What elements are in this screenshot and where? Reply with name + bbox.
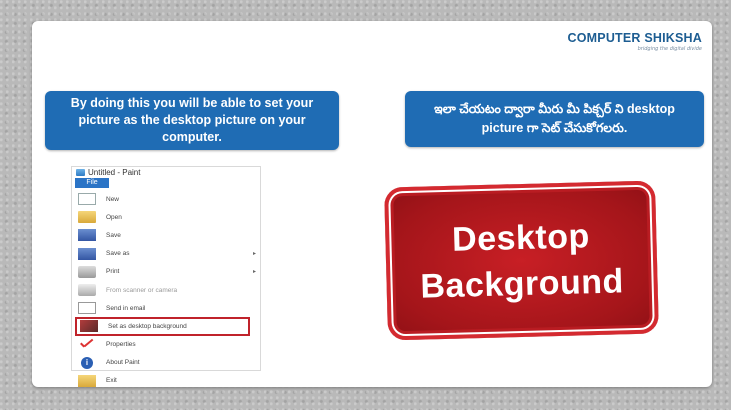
email-icon — [78, 302, 96, 315]
file-tab[interactable]: File — [75, 178, 109, 188]
menu-item-label: Set as desktop background — [108, 322, 187, 330]
info-icon: i — [81, 356, 93, 369]
exit-icon — [78, 374, 96, 387]
save-as-icon — [78, 247, 96, 260]
computer-shiksha-logo: COMPUTER SHIKSHA bridging the digital di… — [568, 31, 702, 52]
new-file-icon — [78, 193, 96, 206]
menu-item-exit[interactable]: Exit — [72, 372, 260, 390]
paint-file-menu: Untitled - Paint File New Open Save Save… — [71, 166, 261, 387]
slide: COMPUTER SHIKSHA bridging the digital di… — [32, 21, 712, 387]
menu-item-label: Save as — [106, 250, 130, 258]
telugu-callout-text: ఇలా చేయటం ద్వారా మీరు మీ పిక్చర్ ని desk… — [434, 102, 675, 135]
paint-app-icon — [76, 169, 85, 176]
menu-item-label: Exit — [106, 377, 117, 385]
paint-window-title-text: Untitled - Paint — [88, 168, 141, 177]
menu-item-print[interactable]: Print ▸ — [72, 263, 260, 281]
menu-item-label: Print — [106, 268, 120, 276]
logo-name: COMPUTER SHIKSHA — [567, 31, 702, 45]
stamp-line-2: Background — [419, 261, 625, 306]
logo-tagline: bridging the digital divide — [637, 46, 702, 52]
file-menu-items: New Open Save Save as ▸ Print ▸ From sca… — [72, 190, 260, 390]
menu-item-save[interactable]: Save — [72, 226, 260, 244]
menu-item-send-email[interactable]: Send in email — [72, 299, 260, 317]
stamp-line-1: Desktop — [451, 216, 591, 259]
printer-icon — [78, 265, 96, 278]
submenu-arrow-icon: ▸ — [252, 269, 256, 276]
menu-item-label: Open — [106, 213, 122, 221]
menu-item-new[interactable]: New — [72, 190, 260, 208]
english-callout: By doing this you will be able to set yo… — [45, 91, 339, 150]
menu-item-label: Properties — [106, 341, 136, 349]
menu-item-label: From scanner or camera — [106, 286, 178, 294]
menu-item-about-paint[interactable]: i About Paint — [72, 354, 260, 372]
scanner-icon — [78, 284, 96, 297]
menu-item-label: New — [106, 195, 120, 203]
menu-item-save-as[interactable]: Save as ▸ — [72, 245, 260, 263]
telugu-callout: ఇలా చేయటం ద్వారా మీరు మీ పిక్చర్ ని desk… — [405, 91, 704, 147]
menu-item-label: Save — [106, 231, 121, 239]
open-folder-icon — [78, 211, 96, 224]
paint-window-title: Untitled - Paint — [76, 168, 140, 177]
save-icon — [78, 229, 96, 242]
english-callout-text: By doing this you will be able to set yo… — [70, 96, 314, 144]
submenu-arrow-icon: ▸ — [252, 251, 256, 258]
checkmark-icon — [78, 339, 96, 351]
menu-item-properties[interactable]: Properties — [72, 336, 260, 354]
menu-item-set-desktop-background[interactable]: Set as desktop background — [75, 317, 250, 336]
desktop-background-stamp: Desktop Background — [384, 180, 659, 341]
menu-item-label: Send in email — [106, 304, 146, 312]
menu-item-label: About Paint — [106, 359, 140, 367]
desktop-background-icon — [80, 320, 98, 333]
menu-item-open[interactable]: Open — [72, 208, 260, 226]
menu-item-from-scanner: From scanner or camera — [72, 281, 260, 299]
